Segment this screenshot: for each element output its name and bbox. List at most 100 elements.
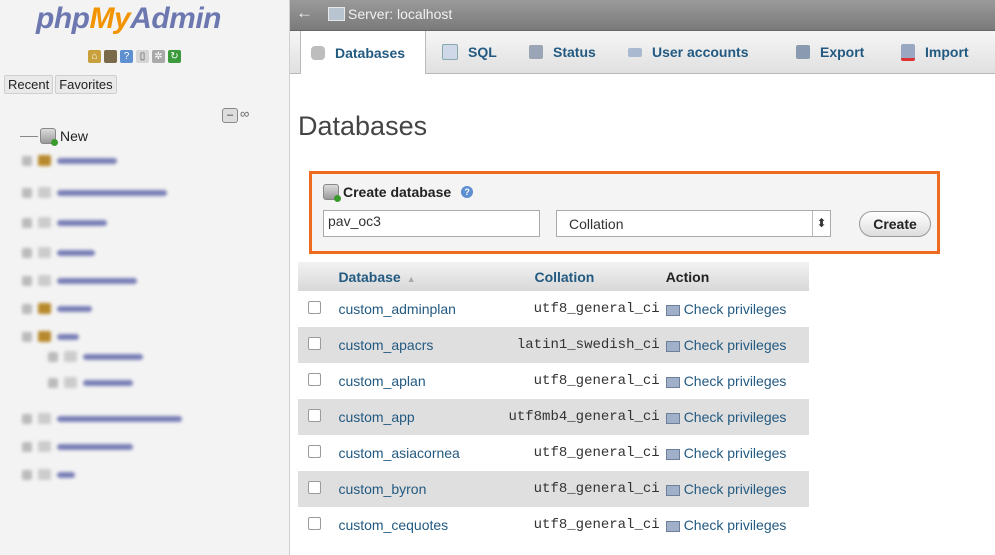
collation-value: utf8_general_ci [508, 471, 666, 507]
reload-icon[interactable]: ↻ [168, 50, 181, 63]
users-icon [628, 47, 642, 57]
exit-icon[interactable] [104, 50, 117, 63]
check-privileges-label: Check privileges [683, 445, 787, 461]
tab-label: Status [553, 44, 596, 60]
database-name-input[interactable]: pav_oc3 [323, 210, 540, 237]
database-name-link[interactable]: custom_byron [330, 471, 509, 507]
main-tab-bar: Databases SQL Status User accounts Expor… [290, 31, 995, 74]
logo-my: My [89, 2, 131, 35]
table-row: custom_cequotes utf8_general_ci Check pr… [298, 507, 809, 543]
server-breadcrumb-bar: ← Server: localhost [290, 0, 995, 31]
privileges-icon [665, 340, 680, 352]
row-checkbox[interactable] [308, 409, 321, 422]
tab-databases[interactable]: Databases [300, 31, 426, 74]
database-header-label: Database [338, 268, 401, 285]
privileges-icon [665, 376, 680, 388]
database-name-link[interactable]: custom_adminplan [330, 291, 509, 327]
check-privileges-link[interactable]: Check privileges [665, 507, 809, 543]
collation-value: utf8_general_ci [508, 291, 666, 327]
tree-item-blurred[interactable] [48, 351, 143, 362]
tree-item-blurred[interactable] [22, 441, 133, 452]
page-title: Databases [298, 111, 428, 141]
collation-value: utf8_general_ci [508, 507, 666, 543]
privileges-icon [665, 520, 680, 532]
collapse-navigation-arrow-icon[interactable]: ← [296, 3, 313, 23]
help-icon[interactable]: ? [120, 50, 133, 63]
tree-item-blurred[interactable] [22, 469, 75, 480]
table-row: custom_byron utf8_general_ci Check privi… [298, 471, 809, 507]
tree-item-blurred[interactable] [22, 187, 167, 198]
check-privileges-label: Check privileges [683, 481, 787, 497]
check-privileges-label: Check privileges [683, 301, 787, 317]
table-row: custom_apacrs latin1_swedish_ci Check pr… [298, 327, 809, 363]
phpmyadmin-logo[interactable]: phpMyAdmin [36, 2, 221, 36]
tab-import[interactable]: Import [891, 31, 979, 73]
row-checkbox[interactable] [308, 373, 321, 386]
tree-item-blurred[interactable] [22, 247, 95, 258]
row-checkbox[interactable] [308, 337, 321, 350]
create-database-label: Create database [343, 184, 452, 200]
tree-item-blurred[interactable] [22, 331, 79, 342]
create-button[interactable]: Create [859, 211, 931, 237]
recent-tab[interactable]: Recent [4, 75, 54, 94]
export-icon [796, 45, 810, 59]
databases-table: Database ▲ Collation Action custom_adminp… [298, 262, 809, 543]
tree-item-blurred[interactable] [22, 275, 137, 286]
recent-favorites-tabs: Recent Favorites [4, 75, 117, 94]
check-privileges-link[interactable]: Check privileges [665, 291, 809, 327]
database-name-link[interactable]: custom_cequotes [330, 507, 509, 543]
table-row: custom_app utf8mb4_general_ci Check priv… [298, 399, 809, 435]
create-database-form: Create database ? pav_oc3 Collation ⬍ Cr… [309, 171, 940, 254]
tree-item-blurred[interactable] [22, 217, 107, 228]
row-checkbox[interactable] [308, 517, 321, 530]
tree-item-blurred[interactable] [48, 377, 133, 388]
settings-icon[interactable]: ✲ [152, 50, 165, 63]
create-database-heading: Create database ? [323, 184, 474, 202]
link-with-main-panel-icon[interactable]: ∞ [240, 106, 249, 121]
tab-sql[interactable]: SQL [432, 31, 507, 73]
check-privileges-link[interactable]: Check privileges [665, 471, 809, 507]
check-privileges-link[interactable]: Check privileges [665, 363, 809, 399]
collation-value: utf8_general_ci [508, 363, 666, 399]
check-privileges-link[interactable]: Check privileges [665, 435, 809, 471]
row-checkbox[interactable] [308, 481, 321, 494]
docs-icon[interactable]: ▯ [136, 50, 149, 63]
tree-item-blurred[interactable] [22, 413, 182, 424]
check-privileges-link[interactable]: Check privileges [665, 399, 809, 435]
collation-column-header[interactable]: Collation [508, 262, 666, 291]
tree-item-blurred[interactable] [22, 155, 117, 166]
favorites-tab[interactable]: Favorites [55, 75, 117, 94]
tab-user-accounts[interactable]: User accounts [618, 31, 758, 73]
check-privileges-link[interactable]: Check privileges [665, 327, 809, 363]
check-privileges-label: Check privileges [683, 409, 787, 425]
row-checkbox[interactable] [308, 445, 321, 458]
help-icon[interactable]: ? [461, 186, 474, 198]
chevron-updown-icon: ⬍ [812, 211, 830, 236]
tree-connector [20, 135, 38, 137]
server-breadcrumb[interactable]: Server: localhost [348, 6, 452, 22]
table-row: custom_aplan utf8_general_ci Check privi… [298, 363, 809, 399]
action-column-header: Action [665, 262, 809, 291]
database-name-link[interactable]: custom_asiacornea [330, 435, 509, 471]
database-column-header[interactable]: Database ▲ [330, 262, 509, 291]
collation-select[interactable]: Collation ⬍ [556, 210, 831, 237]
tab-label: Export [820, 44, 865, 60]
tree-new-label: New [60, 128, 89, 144]
tree-item-blurred[interactable] [22, 303, 92, 314]
database-name-link[interactable]: custom_app [330, 399, 509, 435]
tab-label: User accounts [652, 44, 749, 60]
home-icon[interactable]: ⌂ [88, 50, 101, 63]
navigation-sidebar: phpMyAdmin ⌂ ? ▯ ✲ ↻ Recent Favorites – … [0, 0, 290, 555]
collation-value: utf8_general_ci [508, 435, 666, 471]
quick-icons: ⌂ ? ▯ ✲ ↻ [88, 50, 181, 63]
tab-status[interactable]: Status [519, 31, 606, 73]
row-checkbox[interactable] [308, 301, 321, 314]
database-name-link[interactable]: custom_apacrs [330, 327, 509, 363]
collapse-all-icon[interactable]: – [222, 108, 238, 123]
tab-label: SQL [468, 44, 497, 60]
privileges-icon [665, 412, 680, 424]
database-name-link[interactable]: custom_aplan [330, 363, 509, 399]
tab-export[interactable]: Export [786, 31, 874, 73]
sql-icon [442, 44, 458, 60]
tree-item-new[interactable]: New [20, 128, 89, 146]
